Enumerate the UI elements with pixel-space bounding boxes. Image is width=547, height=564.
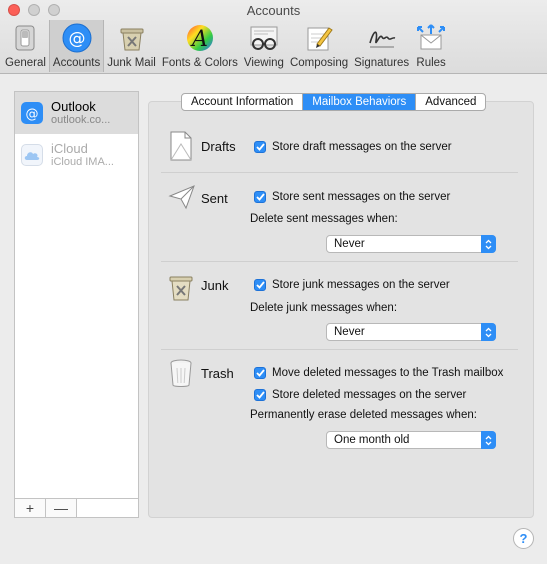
sent-title: Sent bbox=[201, 191, 228, 206]
at-sign-icon: @ bbox=[21, 102, 43, 124]
tab-accounts[interactable]: @ Accounts bbox=[48, 20, 105, 72]
junk-trash-icon bbox=[168, 272, 194, 305]
store-sent-checkbox[interactable]: Store sent messages on the server bbox=[254, 191, 450, 203]
svg-text:A: A bbox=[190, 27, 208, 52]
popup-value: Never bbox=[334, 238, 365, 250]
glasses-icon bbox=[248, 22, 280, 54]
tab-label: Accounts bbox=[52, 57, 101, 69]
envelope-arrows-icon bbox=[415, 22, 447, 54]
tab-label: General bbox=[5, 57, 46, 69]
account-name: Outlook bbox=[51, 99, 96, 114]
at-sign-icon: @ bbox=[61, 22, 93, 54]
popup-value: One month old bbox=[334, 434, 410, 446]
cloud-icon bbox=[21, 144, 43, 166]
store-deleted-checkbox[interactable]: Store deleted messages on the server bbox=[254, 389, 466, 401]
checkbox-checked-icon bbox=[254, 141, 266, 153]
drafts-title: Drafts bbox=[201, 139, 236, 154]
account-item-outlook[interactable]: @ Outlook outlook.co... bbox=[15, 92, 138, 134]
accounts-sidebar: @ Outlook outlook.co... iCloud iCloud IM… bbox=[14, 91, 139, 518]
tab-label: Fonts & Colors bbox=[161, 57, 238, 69]
toolbar: Accounts General @ Accounts Junk Mail A … bbox=[0, 0, 547, 74]
delete-sent-label: Delete sent messages when: bbox=[250, 213, 398, 225]
checkbox-label: Store junk messages on the server bbox=[272, 279, 450, 291]
store-drafts-checkbox[interactable]: Store draft messages on the server bbox=[254, 141, 452, 153]
popup-arrows-icon bbox=[481, 323, 496, 341]
pencil-paper-icon bbox=[303, 22, 335, 54]
trash-can-icon bbox=[116, 22, 148, 54]
section-divider bbox=[161, 261, 518, 262]
tab-label: Junk Mail bbox=[107, 57, 156, 69]
checkbox-checked-icon bbox=[254, 367, 266, 379]
checkbox-checked-icon bbox=[254, 389, 266, 401]
tab-composing[interactable]: Composing bbox=[287, 20, 351, 72]
account-name: iCloud bbox=[51, 141, 88, 156]
section-divider bbox=[161, 172, 518, 173]
segment-advanced[interactable]: Advanced bbox=[416, 94, 485, 110]
toolbar-tabs: General @ Accounts Junk Mail A Fonts & C… bbox=[2, 20, 450, 72]
font-palette-icon: A bbox=[184, 22, 216, 54]
popup-value: Never bbox=[334, 326, 365, 338]
tab-label: Signatures bbox=[354, 57, 410, 69]
tab-viewing[interactable]: Viewing bbox=[241, 20, 287, 72]
delete-junk-popup[interactable]: Never bbox=[326, 323, 496, 341]
remove-account-button[interactable]: — bbox=[46, 499, 77, 517]
erase-deleted-popup[interactable]: One month old bbox=[326, 431, 496, 449]
tab-general[interactable]: General bbox=[2, 20, 49, 72]
help-button[interactable]: ? bbox=[513, 528, 534, 549]
checkbox-label: Store deleted messages on the server bbox=[272, 389, 467, 401]
popup-arrows-icon bbox=[481, 431, 496, 449]
svg-text:@: @ bbox=[26, 107, 39, 122]
account-detail: iCloud IMA... bbox=[51, 156, 114, 168]
move-to-trash-checkbox[interactable]: Move deleted messages to the Trash mailb… bbox=[254, 367, 503, 379]
segment-mailbox-behaviors[interactable]: Mailbox Behaviors bbox=[303, 94, 417, 110]
add-account-button[interactable]: + bbox=[15, 499, 46, 517]
window-title: Accounts bbox=[246, 3, 301, 18]
tab-label: Composing bbox=[289, 57, 349, 69]
trash-bin-icon bbox=[168, 358, 194, 391]
segmented-control: Account Information Mailbox Behaviors Ad… bbox=[181, 93, 487, 111]
preferences-window: Accounts General @ Accounts Junk Mail A … bbox=[0, 0, 547, 564]
svg-text:@: @ bbox=[68, 29, 85, 49]
junk-title: Junk bbox=[201, 278, 229, 293]
tab-rules[interactable]: Rules bbox=[412, 20, 450, 72]
checkbox-label: Store sent messages on the server bbox=[272, 191, 451, 203]
paper-plane-icon bbox=[168, 184, 196, 213]
delete-junk-label: Delete junk messages when: bbox=[250, 302, 398, 314]
tab-fonts-colors[interactable]: A Fonts & Colors bbox=[159, 20, 241, 72]
checkbox-checked-icon bbox=[254, 279, 266, 291]
store-junk-checkbox[interactable]: Store junk messages on the server bbox=[254, 279, 450, 291]
signature-icon bbox=[366, 22, 398, 54]
account-item-icloud[interactable]: iCloud iCloud IMA... bbox=[15, 134, 138, 176]
popup-arrows-icon bbox=[481, 235, 496, 253]
tab-label: Rules bbox=[416, 57, 446, 69]
tab-junk-mail[interactable]: Junk Mail bbox=[104, 20, 159, 72]
checkbox-checked-icon bbox=[254, 191, 266, 203]
erase-deleted-label: Permanently erase deleted messages when: bbox=[250, 409, 477, 421]
tab-label: Viewing bbox=[243, 57, 284, 69]
segment-account-information[interactable]: Account Information bbox=[182, 94, 304, 110]
section-divider bbox=[161, 349, 518, 350]
checkbox-label: Store draft messages on the server bbox=[272, 141, 452, 153]
sidebar-controls: + — bbox=[15, 498, 138, 517]
trash-title: Trash bbox=[201, 366, 234, 381]
account-detail: outlook.co... bbox=[51, 114, 111, 126]
checkbox-label: Move deleted messages to the Trash mailb… bbox=[272, 367, 504, 379]
tab-signatures[interactable]: Signatures bbox=[351, 20, 412, 72]
switch-icon bbox=[9, 22, 41, 54]
delete-sent-popup[interactable]: Never bbox=[326, 235, 496, 253]
drafts-document-icon bbox=[168, 130, 194, 165]
